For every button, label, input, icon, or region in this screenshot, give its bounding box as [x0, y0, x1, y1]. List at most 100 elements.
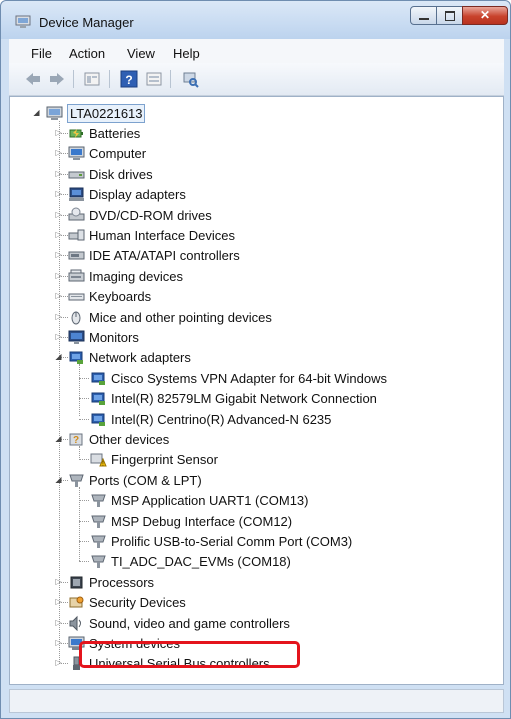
- svg-text:?: ?: [73, 435, 79, 446]
- tree-item-label: Monitors: [89, 330, 139, 345]
- expand-arrow-icon[interactable]: ▷: [54, 290, 63, 301]
- port-connector-icon: [91, 515, 106, 528]
- tree-item-label: Other devices: [89, 432, 170, 447]
- title-bar[interactable]: Device Manager: [1, 1, 510, 39]
- collapse-arrow-icon[interactable]: ◢: [54, 433, 63, 444]
- tree-connector: [79, 398, 89, 400]
- tree-item-label: Fingerprint Sensor: [111, 452, 218, 468]
- window-title: Device Manager: [39, 15, 134, 30]
- tree-item-label: Display adapters: [89, 187, 186, 203]
- tree-device-item[interactable]: Cisco Systems VPN Adapter for 64-bit Win…: [10, 368, 503, 388]
- tree-item-label: Intel(R) 82579LM Gigabit Network Connect…: [111, 391, 377, 407]
- disk-drive-icon: [68, 171, 85, 179]
- collapse-arrow-icon[interactable]: ◢: [54, 351, 63, 362]
- tree-connector: [79, 541, 89, 542]
- tree-connector: [79, 377, 89, 379]
- network-adapter-icon: [91, 372, 105, 385]
- tree-category-item[interactable]: ▷ Keyboards: [10, 286, 503, 306]
- close-button[interactable]: [462, 6, 508, 25]
- expand-arrow-icon[interactable]: ▷: [54, 229, 63, 240]
- svg-text:?: ?: [125, 73, 132, 87]
- expand-arrow-icon[interactable]: ▷: [54, 576, 63, 587]
- processor-icon: [70, 576, 83, 589]
- tree-category-item[interactable]: ◢? Other devices: [10, 429, 503, 449]
- menu-view[interactable]: View: [127, 46, 155, 61]
- tree-device-item[interactable]: Intel(R) Centrino(R) Advanced-N 6235: [10, 409, 503, 429]
- tree-item-label: Mice and other pointing devices: [89, 309, 272, 325]
- menu-action[interactable]: Action: [69, 46, 105, 61]
- scan-hardware-icon[interactable]: [181, 70, 199, 88]
- expand-arrow-icon[interactable]: ▷: [54, 596, 63, 607]
- tree-device-item[interactable]: ! Fingerprint Sensor: [10, 449, 503, 469]
- tree-category-item[interactable]: ▷ Mice and other pointing devices: [10, 307, 503, 327]
- tree-category-item[interactable]: ▷ Display adapters: [10, 184, 503, 204]
- tree-root-label: LTA0221613: [70, 106, 143, 121]
- tree-connector: [79, 459, 89, 461]
- tree-connector: [79, 520, 89, 522]
- expand-arrow-icon[interactable]: ▷: [54, 311, 63, 322]
- tree-device-item[interactable]: MSP Application UART1 (COM13): [10, 490, 503, 510]
- port-connector-icon: [91, 494, 106, 508]
- tree-device-item[interactable]: Prolific USB-to-Serial Comm Port (COM3): [10, 531, 503, 551]
- expand-arrow-icon[interactable]: ▷: [54, 168, 63, 179]
- mouse-icon: [71, 311, 81, 325]
- device-tree[interactable]: ◢ LTA0221613 ▷ Batteries ▷ Computer ▷ Disk dr…: [9, 96, 504, 685]
- menu-help[interactable]: Help: [173, 46, 200, 61]
- warning-device-icon: !: [90, 453, 107, 467]
- tree-category-item[interactable]: ▷ Disk drives: [10, 164, 503, 184]
- tree-item-label: Disk drives: [89, 166, 153, 182]
- tree-item-label: Keyboards: [89, 289, 152, 305]
- properties-sheet-icon[interactable]: [83, 70, 101, 88]
- expand-arrow-icon[interactable]: ▷: [54, 188, 63, 199]
- tree-category-item[interactable]: ▷ Human Interface Devices: [10, 225, 503, 245]
- tree-category-item[interactable]: ▷ Imaging devices: [10, 266, 503, 286]
- help-icon[interactable]: ?: [120, 70, 138, 88]
- expand-arrow-icon[interactable]: ▷: [54, 147, 63, 158]
- expand-arrow-icon[interactable]: ▷: [54, 657, 63, 668]
- tree-category-item[interactable]: ▷ Computer: [10, 143, 503, 163]
- expand-arrow-icon[interactable]: ▷: [54, 617, 63, 628]
- tree-connector: [79, 418, 89, 420]
- tree-category-item[interactable]: ◢ Ports (COM & LPT): [10, 470, 503, 490]
- expand-arrow-icon[interactable]: ▷: [54, 249, 63, 260]
- tree-category-item[interactable]: ▷ Batteries: [10, 123, 503, 143]
- menu-file[interactable]: File: [31, 46, 52, 61]
- tree-category-item[interactable]: ▷ DVD/CD-ROM drives: [10, 205, 503, 225]
- tree-device-item[interactable]: TI_ADC_DAC_EVMs (COM18): [10, 551, 503, 571]
- tree-connector: [79, 561, 89, 563]
- tree-category-item[interactable]: ▷ Monitors: [10, 327, 503, 347]
- tree-device-item[interactable]: MSP Debug Interface (COM12): [10, 511, 503, 531]
- tree-item-label: Intel(R) Centrino(R) Advanced-N 6235: [111, 411, 332, 427]
- expand-arrow-icon[interactable]: ▷: [54, 637, 63, 648]
- toolbar-separator: [73, 70, 74, 88]
- display-adapter-icon: [69, 187, 84, 202]
- minimize-button[interactable]: [410, 6, 437, 25]
- toolbar-separator: [109, 70, 110, 88]
- toolbar-separator: [170, 70, 171, 88]
- tree-item-label: Cisco Systems VPN Adapter for 64-bit Win…: [111, 370, 387, 386]
- network-adapter-icon: [69, 351, 83, 365]
- collapse-arrow-icon[interactable]: ◢: [54, 474, 63, 485]
- tree-item-label: DVD/CD-ROM drives: [89, 207, 212, 223]
- tree-root[interactable]: ◢ LTA0221613: [10, 103, 503, 123]
- expand-arrow-icon[interactable]: ▷: [54, 209, 63, 220]
- maximize-button[interactable]: [436, 6, 463, 25]
- tree-category-item[interactable]: ▷ IDE ATA/ATAPI controllers: [10, 245, 503, 265]
- tree-item-label: Batteries: [89, 126, 141, 141]
- expand-arrow-icon[interactable]: ▷: [54, 127, 63, 138]
- tree-category-item[interactable]: ◢ Network adapters: [10, 347, 503, 367]
- toolbar: ?: [9, 63, 504, 96]
- forward-arrow-icon[interactable]: [48, 70, 66, 88]
- battery-icon: [69, 129, 83, 138]
- expand-arrow-icon[interactable]: ▷: [54, 331, 63, 342]
- tree-item-label: MSP Debug Interface (COM12): [111, 513, 293, 529]
- back-arrow-icon[interactable]: [24, 70, 42, 88]
- tree-category-item[interactable]: ▷ Sound, video and game controllers: [10, 613, 503, 633]
- tree-category-item[interactable]: ▷ Processors: [10, 572, 503, 592]
- tree-category-item[interactable]: ▷ Security Devices: [10, 592, 503, 612]
- dvd-drive-icon: [68, 207, 85, 221]
- expand-arrow-icon[interactable]: ▷: [54, 270, 63, 281]
- expand-arrow-icon[interactable]: ◢: [32, 107, 41, 118]
- view-sheet-icon[interactable]: [145, 70, 163, 88]
- tree-device-item[interactable]: Intel(R) 82579LM Gigabit Network Connect…: [10, 388, 503, 408]
